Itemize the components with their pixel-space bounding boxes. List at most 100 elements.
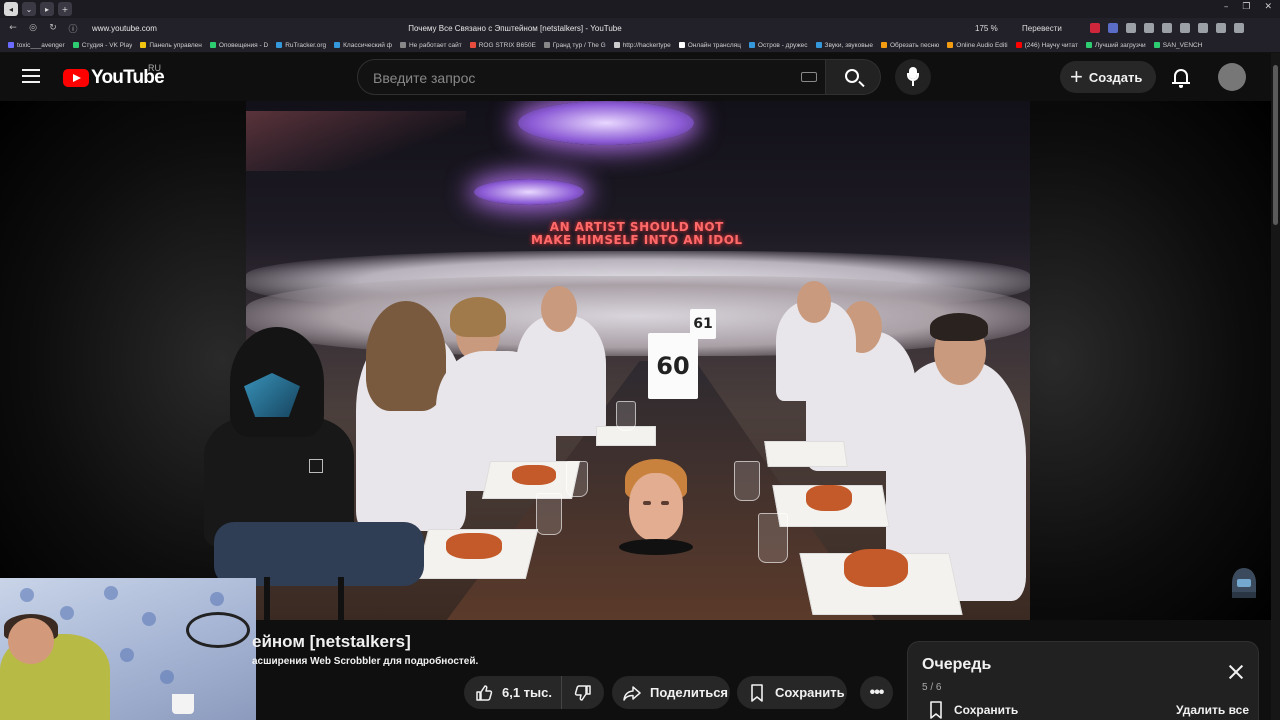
table-number-card: 60 [648,333,698,399]
bookmark-favicon-icon [1153,42,1160,48]
bookmark-label: http://hackertype [622,41,671,49]
bookmark-item[interactable]: Панель управлен [140,42,202,49]
bookmark-favicon-icon [1085,42,1092,48]
led-sign: AN ARTIST SHOULD NOT MAKE HIMSELF INTO A… [531,220,743,247]
extension-icons [1090,23,1244,33]
bookmark-item[interactable]: Обрезать песню [880,42,939,49]
bookmark-label: Студия - VK Play [81,41,133,49]
tab-list-chevron-icon[interactable]: ⌄ [22,2,36,16]
plus-icon: + [1070,64,1083,89]
bookmark-item[interactable]: http://hackertype [613,41,671,49]
translate-button[interactable]: Перевести [1022,24,1062,33]
bookmark-item[interactable]: Гранд тур / The G [543,42,606,49]
bookmark-favicon-icon [678,42,685,48]
dislike-button[interactable] [562,676,604,709]
extension-icon[interactable] [1144,23,1154,33]
bookmark-item[interactable]: RuTracker.org [276,42,326,49]
bookmarks-bar: toxic___avenger Студия - VK Play Панель уп… [0,38,1280,53]
bookmark-item[interactable]: Звуки, звуковые [815,41,873,49]
menu-icon[interactable] [22,69,40,83]
extension-icon[interactable] [1216,23,1226,33]
extension-icon[interactable] [1126,23,1136,33]
browser-tab-strip: ◂ ⌄ ▸ + – ❐ ✕ [0,0,1280,18]
bookmark-favicon-icon [209,42,216,48]
zoom-level[interactable]: 175 % [975,24,998,33]
table-number-card: 61 [690,309,716,339]
like-dislike-group: 6,1 тыс. [464,676,604,709]
bookmark-icon [747,683,767,703]
create-button[interactable]: + Создать [1060,61,1157,93]
share-label: Поделиться [650,685,729,700]
minimize-icon[interactable]: – [1224,2,1229,12]
reload-icon[interactable]: ↻ [46,23,60,33]
bookmark-item[interactable]: Оповещения - D [209,41,269,49]
bookmark-label: RuTracker.org [285,41,327,49]
like-button[interactable]: 6,1 тыс. [464,676,562,709]
youtube-tab[interactable]: ▸ [40,2,54,16]
avatar[interactable] [1218,63,1246,91]
bookmark-label: Online Audio Editi [956,41,1008,49]
bookmark-item[interactable]: Студия - VK Play [72,41,133,49]
hooded-figure-overlay [204,327,424,620]
url-field[interactable]: www.youtube.com [92,24,157,33]
back-icon[interactable]: ← [6,23,20,33]
scrollbar-thumb[interactable] [1273,65,1278,225]
bookmark-item[interactable]: Не работает сайт [399,42,462,49]
page-scrollbar[interactable] [1271,53,1280,720]
bookmark-item[interactable]: ROG STRIX B650E [469,42,536,49]
extension-icon[interactable] [1180,23,1190,33]
bookmark-item[interactable]: Классический ф [334,42,392,49]
keyboard-icon[interactable] [801,72,817,82]
thumbs-up-icon [474,683,494,703]
bookmark-label: (246) Научу читат [1024,41,1078,49]
search-input[interactable]: Введите запрос [357,59,826,95]
bookmark-item[interactable]: toxic___avenger [8,42,65,49]
window-controls: – ❐ ✕ [1224,2,1272,12]
more-actions-button[interactable]: ••• [860,676,893,709]
bookmark-label: Панель управлен [149,41,202,49]
channel-watermark-icon[interactable] [1226,565,1262,601]
close-icon[interactable] [1228,664,1244,680]
extension-icon[interactable] [1090,23,1100,33]
queue-delete-all-button[interactable]: Удалить все [1176,703,1249,717]
vpn-icon[interactable]: ◎ [26,23,40,33]
video-player[interactable]: AN ARTIST SHOULD NOT MAKE HIMSELF INTO A… [0,101,1271,620]
notifications-bell-icon[interactable] [1172,67,1190,88]
voice-search-button[interactable] [895,59,931,95]
bookmark-item[interactable]: Online Audio Editi [947,41,1008,49]
bookmark-label: Остров - дружес [757,41,808,49]
mug [172,694,194,714]
save-button[interactable]: Сохранить [737,676,847,709]
bookmark-item[interactable]: Онлайн трансляц [678,42,741,49]
bookmark-item[interactable]: SAN_VENCH [1153,41,1203,49]
extension-icon[interactable] [1108,23,1118,33]
extension-icon[interactable] [1234,23,1244,33]
video-title: ейном [netstalkers] [252,632,411,651]
share-arrow-icon [622,683,642,703]
bookmark-favicon-icon [399,42,406,48]
queue-save-button[interactable]: Сохранить [926,700,1018,720]
bookmark-favicon-icon [880,42,887,48]
restore-icon[interactable]: ❐ [1242,2,1250,12]
head-sculpture [619,459,693,555]
new-tab-button[interactable]: + [58,2,72,16]
extension-icon[interactable] [1162,23,1172,33]
like-count: 6,1 тыс. [502,685,552,700]
bookmark-label: Оповещения - D [218,41,269,49]
search-button[interactable] [826,59,881,95]
bookmark-label: SAN_VENCH [1162,41,1203,49]
bookmark-label: Звуки, звуковые [824,41,873,49]
bookmark-favicon-icon [1015,42,1022,48]
extension-icon[interactable] [1198,23,1208,33]
close-window-icon[interactable]: ✕ [1264,2,1272,12]
bookmark-item[interactable]: Лучший загрузчи [1085,42,1146,49]
bookmark-favicon-icon [72,42,79,48]
bookmark-favicon-icon [613,42,620,48]
create-label: Создать [1088,69,1143,85]
bookmark-item[interactable]: Остров - дружес [748,41,808,49]
share-button[interactable]: Поделиться [612,676,730,709]
tab-audio-icon[interactable]: ◂ [4,2,18,16]
bookmark-item[interactable]: (246) Научу читат [1015,41,1078,49]
queue-panel: Очередь 5 / 6 Сохранить Удалить все [907,641,1259,720]
site-info-icon[interactable]: ⓘ [66,22,80,35]
